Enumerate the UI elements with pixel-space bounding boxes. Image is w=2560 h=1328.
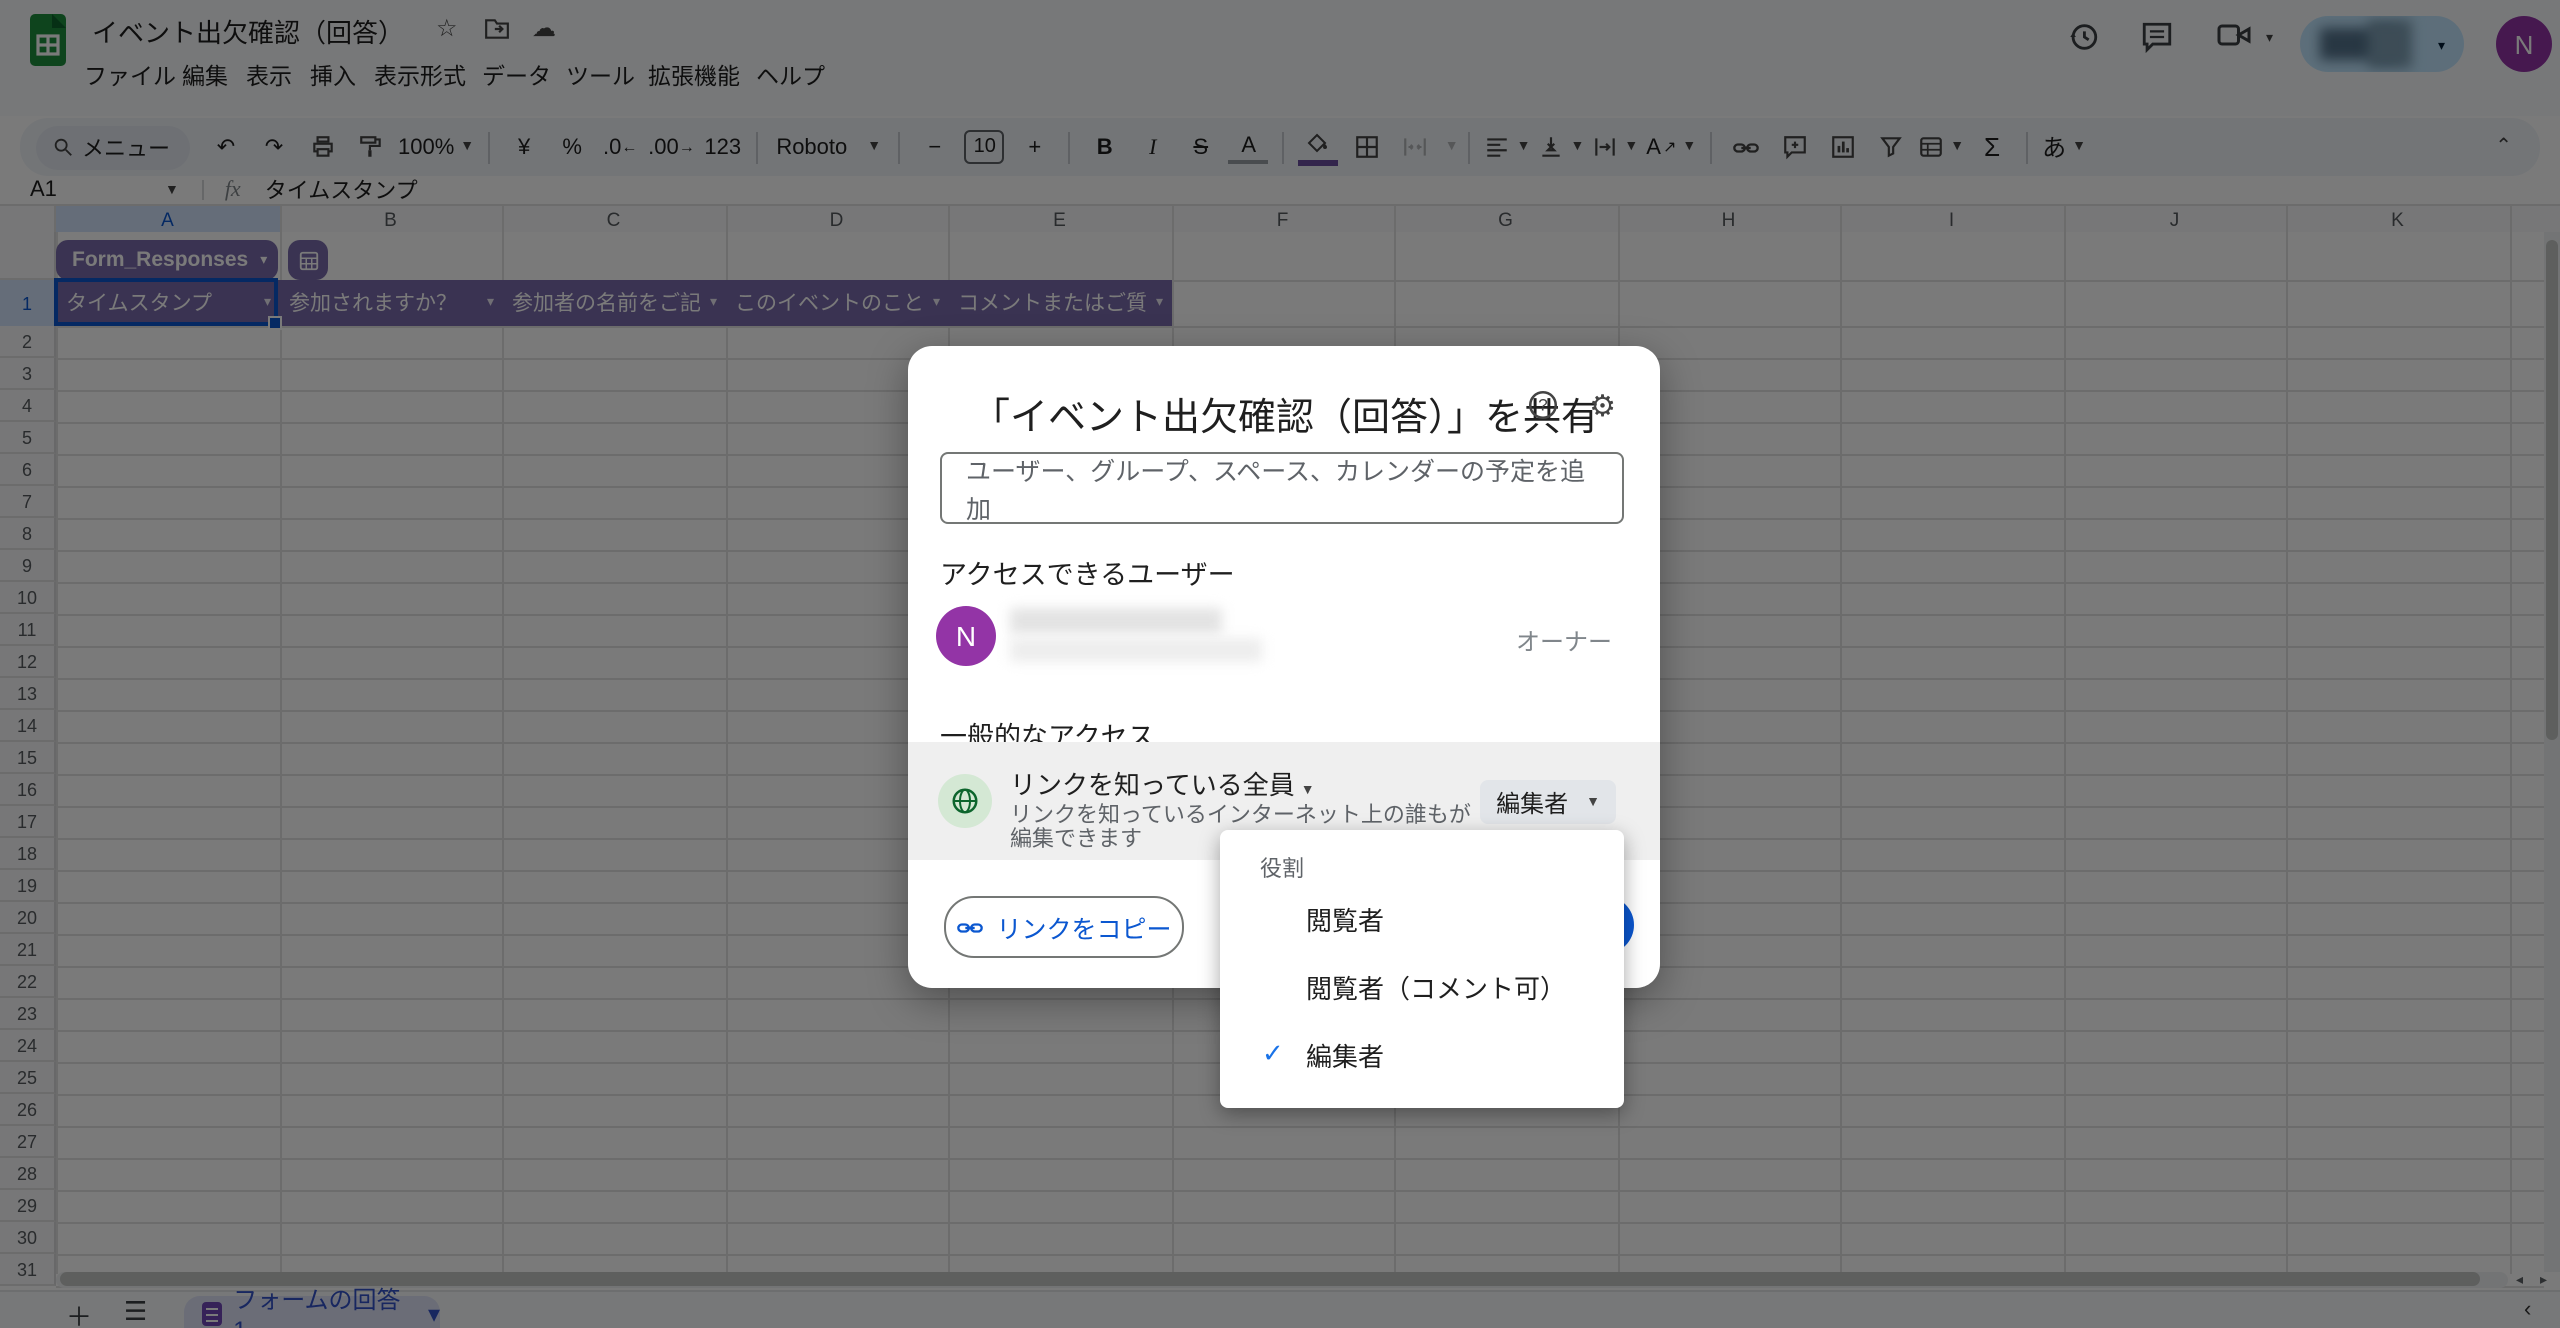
role-item-label: 編集者 (1306, 1035, 1384, 1073)
globe-icon (938, 774, 992, 828)
owner-email-redacted (1010, 638, 1262, 662)
role-menu-item-1[interactable]: 閲覧者 (1220, 888, 1624, 948)
owner-badge: オーナー (1516, 624, 1612, 658)
svg-text:?: ? (1538, 396, 1547, 415)
role-menu-item-2[interactable]: 閲覧者（コメント可） (1220, 956, 1624, 1016)
share-dialog-title: 「イベント出欠確認（回答）」を共有 (972, 388, 1599, 442)
add-people-input[interactable]: ユーザー、グループ、スペース、カレンダーの予定を追加 (940, 452, 1624, 524)
add-people-placeholder: ユーザー、グループ、スペース、カレンダーの予定を追加 (966, 450, 1598, 526)
selected-check-icon: ✓ (1262, 1038, 1294, 1070)
help-icon[interactable]: ? (1526, 388, 1560, 422)
owner-name-redacted (1010, 608, 1222, 634)
role-dropdown-button[interactable]: 編集者▼ (1480, 780, 1616, 824)
copy-link-button[interactable]: リンクをコピー (944, 896, 1184, 958)
copy-link-label: リンクをコピー (996, 908, 1171, 946)
role-item-label: 閲覧者 (1306, 899, 1384, 937)
role-menu-header: 役割 (1260, 852, 1304, 884)
role-menu: 役割 閲覧者閲覧者（コメント可） ✓ 編集者 (1220, 830, 1624, 1108)
access-section-heading: アクセスできるユーザー (940, 552, 1235, 592)
google-sheets-app: イベント出欠確認（回答） ☆ ☁ ファイル 編集 表示 挿入 表示形式 データ … (0, 0, 2560, 1328)
link-scope-selector[interactable]: リンクを知っている全員▼ (1010, 764, 1315, 802)
settings-gear-icon[interactable]: ⚙ (1589, 388, 1616, 424)
owner-avatar: N (936, 606, 996, 666)
role-item-label: 閲覧者（コメント可） (1306, 967, 1566, 1005)
role-menu-item-3[interactable]: ✓ 編集者 (1220, 1024, 1624, 1084)
